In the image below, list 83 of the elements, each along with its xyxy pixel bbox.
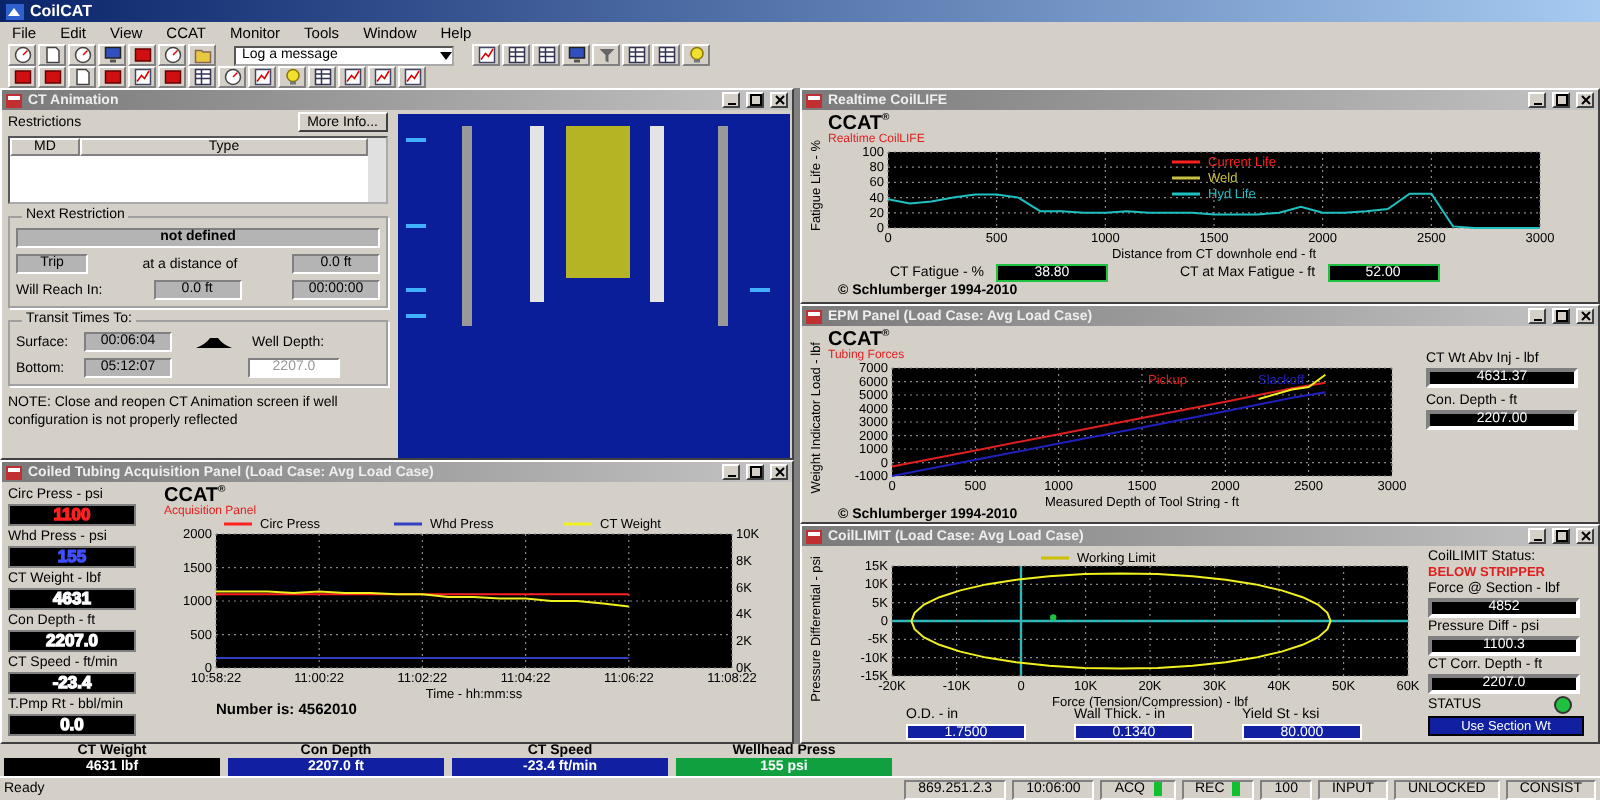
toolbar-button[interactable] xyxy=(368,66,396,88)
close-icon xyxy=(773,94,785,106)
toolbar-button[interactable] xyxy=(218,66,246,88)
bulb-icon xyxy=(283,68,301,86)
toolbar-button[interactable] xyxy=(398,66,426,88)
table-icon xyxy=(657,46,675,64)
readout-value: 4631 xyxy=(53,590,91,608)
bulb-icon xyxy=(687,46,705,64)
logo-text: CCAT$^{®}$ xyxy=(828,112,890,135)
app-icon xyxy=(6,93,22,107)
gauge-icon xyxy=(73,46,91,64)
toolbar-button[interactable] xyxy=(98,66,126,88)
maximize-button[interactable] xyxy=(746,464,764,480)
toolbar-button[interactable] xyxy=(38,44,66,66)
table-icon xyxy=(507,46,525,64)
maximize-icon xyxy=(749,94,761,106)
toolbar-button[interactable] xyxy=(158,66,186,88)
toolbar-button[interactable] xyxy=(338,66,366,88)
toolbar-button[interactable] xyxy=(128,44,156,66)
funnel-icon xyxy=(597,46,615,64)
toolbar-button[interactable] xyxy=(8,66,36,88)
close-icon xyxy=(1579,310,1591,322)
toolbar-button[interactable] xyxy=(68,66,96,88)
app-icon xyxy=(6,465,22,479)
toolbar-button[interactable] xyxy=(472,44,500,66)
readout-value: 1100 xyxy=(53,506,91,524)
caret-icon xyxy=(440,51,452,59)
data-point xyxy=(1050,614,1057,621)
close-button[interactable] xyxy=(770,92,788,108)
close-icon xyxy=(773,466,785,478)
chart-icon xyxy=(477,46,495,64)
toolbar-button[interactable] xyxy=(38,66,66,88)
app-icon xyxy=(806,93,822,107)
close-icon xyxy=(1579,94,1591,106)
readout-value: 0.0 xyxy=(60,716,84,734)
app-icon xyxy=(806,309,822,323)
close-button[interactable] xyxy=(1576,528,1594,544)
toolbar-button[interactable] xyxy=(158,44,186,66)
close-button[interactable] xyxy=(1576,92,1594,108)
toolbar-button[interactable] xyxy=(652,44,680,66)
toolbar-button[interactable] xyxy=(562,44,590,66)
folder-icon xyxy=(193,46,211,64)
logo-text: CCAT$^{®}$ xyxy=(828,328,890,351)
app-icon xyxy=(6,3,24,19)
readout-value: -23.4 xyxy=(52,674,92,692)
readout-value: 155 xyxy=(57,548,87,566)
minimize-button[interactable] xyxy=(1528,308,1546,324)
readout-value: 2207.0 xyxy=(46,632,98,650)
hill-icon xyxy=(196,336,232,348)
close-icon xyxy=(1579,530,1591,542)
app-title: CoilCAT xyxy=(30,2,92,20)
toolbar-button[interactable] xyxy=(98,44,126,66)
logo-text: CCAT$^{®}$ xyxy=(164,484,226,507)
gauge-icon xyxy=(163,46,181,64)
table-icon xyxy=(537,46,555,64)
toolbar-button[interactable] xyxy=(502,44,530,66)
monitor-icon xyxy=(567,46,585,64)
minimize-button[interactable] xyxy=(1528,528,1546,544)
toolbar-button[interactable] xyxy=(8,44,36,66)
maximize-button[interactable] xyxy=(1552,528,1570,544)
minimize-button[interactable] xyxy=(722,464,740,480)
maximize-button[interactable] xyxy=(746,92,764,108)
maximize-icon xyxy=(1555,530,1567,542)
toolbar-button[interactable] xyxy=(622,44,650,66)
maximize-icon xyxy=(749,466,761,478)
minimize-button[interactable] xyxy=(722,92,740,108)
toolbar-button[interactable] xyxy=(248,66,276,88)
minimize-button[interactable] xyxy=(1528,92,1546,108)
toolbar-button[interactable] xyxy=(188,66,216,88)
close-button[interactable] xyxy=(1576,308,1594,324)
toolbar-button[interactable] xyxy=(128,66,156,88)
toolbar-button[interactable] xyxy=(532,44,560,66)
toolbar-button[interactable] xyxy=(308,66,336,88)
maximize-button[interactable] xyxy=(1552,308,1570,324)
close-button[interactable] xyxy=(770,464,788,480)
maximize-button[interactable] xyxy=(1552,92,1570,108)
scrollbar[interactable] xyxy=(368,138,386,202)
monitor-icon xyxy=(103,46,121,64)
app-icon xyxy=(806,529,822,543)
maximize-icon xyxy=(1555,94,1567,106)
gauge-icon xyxy=(13,46,31,64)
maximize-icon xyxy=(1555,310,1567,322)
table-icon xyxy=(627,46,645,64)
